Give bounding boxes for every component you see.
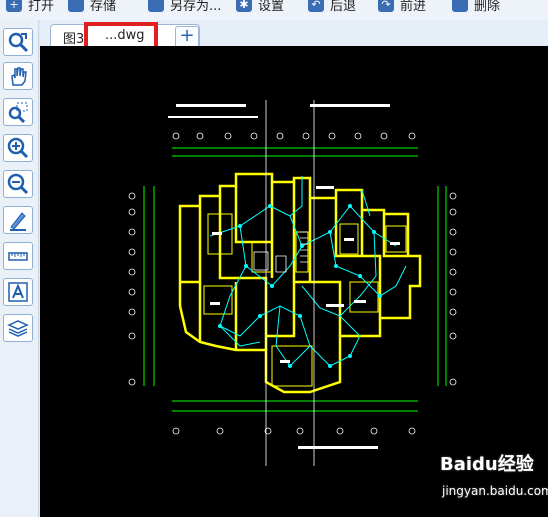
draw-tool[interactable] [3, 206, 33, 234]
back-button[interactable]: ↶ 后退 [308, 0, 356, 14]
zoom-window-tool[interactable] [3, 98, 33, 126]
drawing-canvas[interactable] [40, 46, 548, 517]
save-as-button[interactable]: 另存为... [148, 0, 221, 14]
settings-button[interactable]: ✱ 设置 [236, 0, 284, 14]
layers-icon [7, 320, 29, 337]
trash-icon [452, 0, 468, 12]
tab-label-prefix: 图3 [63, 32, 85, 47]
text-tool[interactable] [3, 278, 33, 306]
forward-button[interactable]: ↷ 前进 [378, 0, 426, 14]
zoom-in-tool[interactable] [3, 134, 33, 162]
floor-plan-drawing [128, 100, 457, 466]
baidu-watermark: Baidu经验 jingyan.baidu.com [440, 450, 548, 508]
toolbar: + 打开 存储 另存为... ✱ 设置 ↶ 后退 ↷ 前进 删除 [0, 0, 548, 21]
plus-icon: + [6, 0, 22, 12]
text-a-icon [8, 282, 28, 302]
pan-tool[interactable] [3, 62, 33, 90]
watermark-brand: Baidu经验 [440, 454, 534, 475]
forward-label: 前进 [400, 0, 427, 14]
zoom-out-tool[interactable] [3, 170, 33, 198]
save-icon [68, 0, 84, 12]
save-label: 存储 [90, 0, 117, 14]
open-button[interactable]: + 打开 [6, 0, 54, 14]
delete-label: 删除 [474, 0, 501, 14]
save-as-icon [148, 0, 164, 12]
magnify-reset-icon [8, 32, 29, 53]
save-as-label: 另存为... [170, 0, 222, 14]
open-label: 打开 [28, 0, 55, 14]
save-button[interactable]: 存储 [68, 0, 116, 14]
zoom-reset-tool[interactable] [3, 28, 33, 56]
measure-tool[interactable] [3, 242, 33, 270]
tool-column [0, 20, 39, 517]
pencil-icon [10, 212, 26, 231]
hand-icon [11, 67, 27, 86]
redo-icon: ↷ [378, 0, 394, 12]
settings-label: 设置 [258, 0, 285, 14]
layers-tool[interactable] [3, 314, 33, 342]
undo-icon: ↶ [308, 0, 324, 12]
zoom-in-icon [7, 137, 29, 159]
gear-icon: ✱ [236, 0, 252, 12]
watermark-url: jingyan.baidu.com [442, 484, 548, 498]
back-label: 后退 [330, 0, 357, 14]
zoom-out-icon [7, 173, 29, 195]
ruler-icon [8, 252, 28, 261]
add-tab-button[interactable]: + [175, 26, 199, 48]
delete-button[interactable]: 删除 [452, 0, 500, 14]
zoom-window-icon [8, 102, 28, 123]
